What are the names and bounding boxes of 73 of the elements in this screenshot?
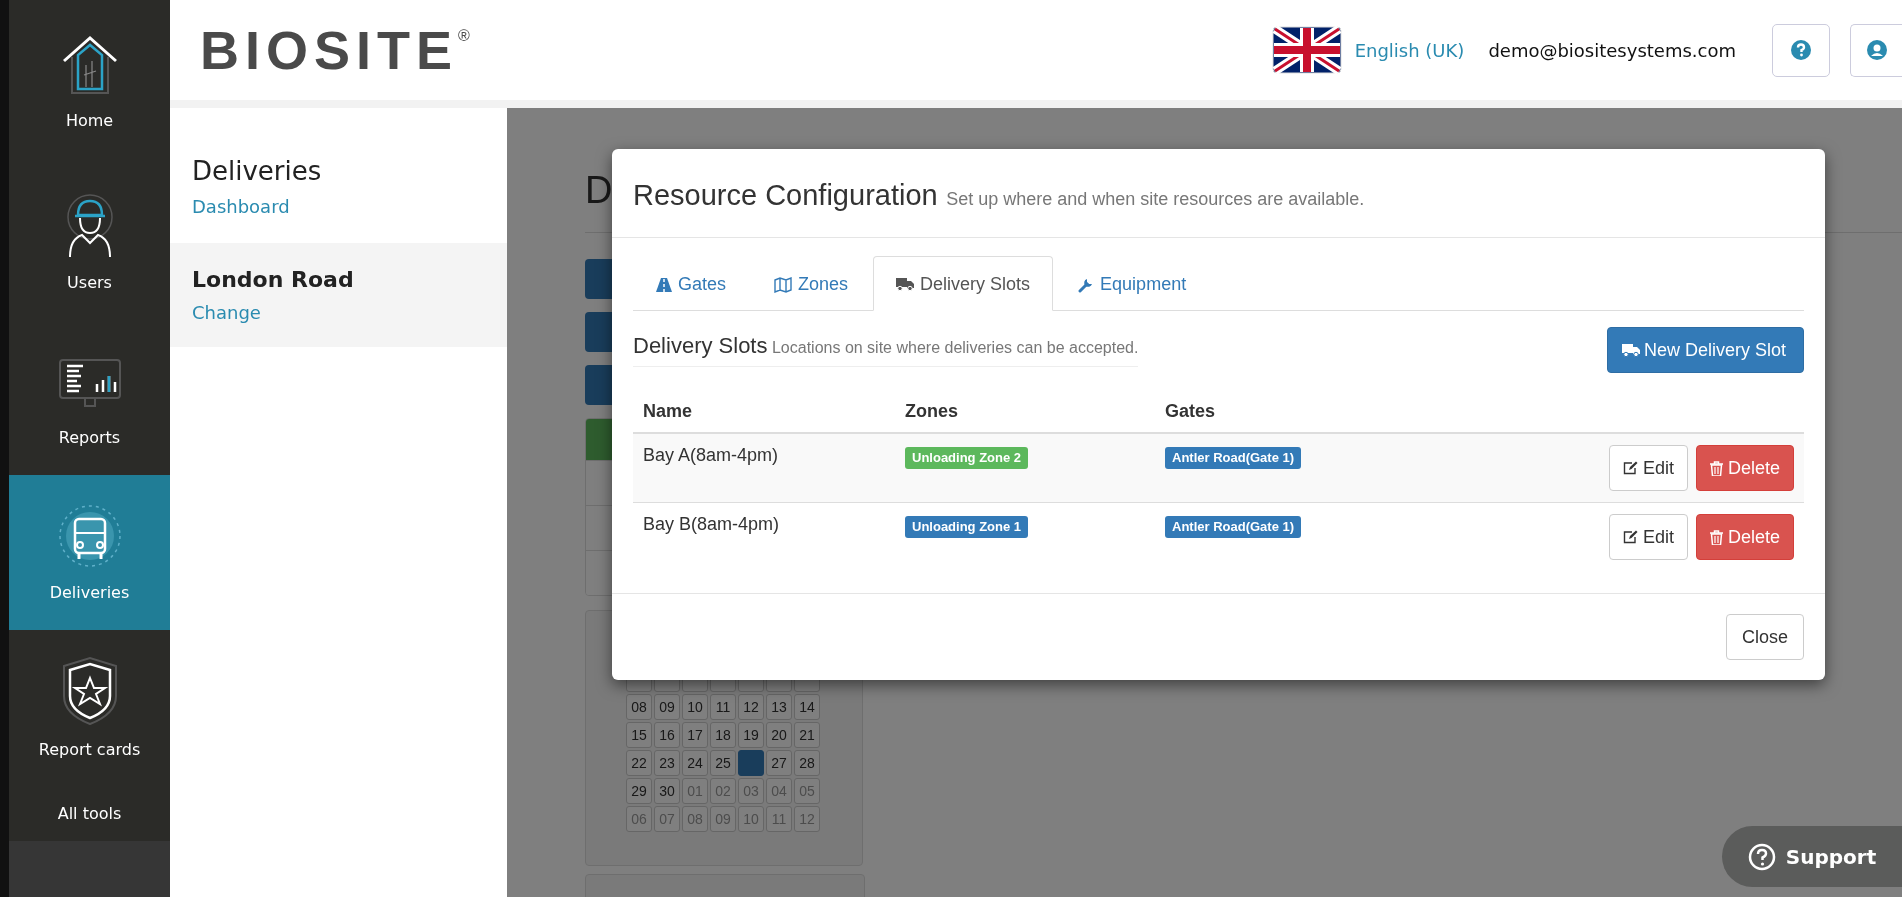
section-description: Locations on site where deliveries can be accepted. [771, 339, 1139, 356]
page-heading: D [585, 168, 613, 213]
calendar-day[interactable]: 12 [738, 694, 764, 720]
calendar-day[interactable]: 13 [766, 694, 792, 720]
nav-item[interactable]: Report cards [9, 630, 170, 785]
delete-button[interactable]: Delete [1695, 445, 1794, 491]
nav-item[interactable]: All tools [9, 785, 170, 841]
site-name: London Road [192, 267, 355, 292]
zone-label: Unloading Zone 1 [905, 516, 1029, 538]
tab[interactable]: Equipment [1055, 256, 1210, 311]
section-heading: Delivery Slots [633, 333, 768, 358]
truck-icon [896, 278, 915, 291]
truck-icon [1621, 343, 1640, 357]
help-icon [1747, 842, 1776, 871]
truck-icon [56, 503, 123, 569]
section-title: Deliveries [192, 156, 323, 186]
calendar-day[interactable]: 23 [654, 750, 680, 776]
trash-icon [1709, 529, 1723, 545]
tab[interactable]: Delivery Slots [873, 256, 1054, 311]
language-link[interactable]: English (UK) [1354, 39, 1465, 61]
nav-item[interactable]: Home [9, 0, 170, 165]
user-email: demo@biositesystems.com [1488, 39, 1736, 61]
slot-name: Bay A(8am-4pm) [643, 445, 779, 465]
union-flag-icon[interactable] [1271, 26, 1342, 74]
tab[interactable]: Zones [751, 256, 872, 311]
slot-name: Bay B(8am-4pm) [643, 514, 780, 534]
calendar-day[interactable]: 10 [682, 694, 708, 720]
calendar-day[interactable]: 21 [794, 722, 820, 748]
calendar-day[interactable]: 28 [794, 750, 820, 776]
nav-item[interactable]: Reports [9, 320, 170, 475]
map-icon [774, 276, 793, 293]
calendar-day[interactable]: 16 [654, 722, 680, 748]
logo: BIOSITE$^{®}$ [200, 19, 470, 81]
edit-icon [1622, 530, 1638, 544]
new-delivery-slot-button[interactable]: New Delivery Slot [1606, 327, 1804, 373]
edit-button[interactable]: Edit [1608, 514, 1688, 560]
calendar-day[interactable]: 09 [654, 694, 680, 720]
zone-label: Unloading Zone 2 [905, 447, 1029, 469]
calendar-day[interactable]: 11 [710, 694, 736, 720]
wrench-icon [1078, 276, 1095, 293]
calendar-day[interactable]: 14 [794, 694, 820, 720]
gate-label: Antler Road(Gate 1) [1165, 516, 1302, 538]
edit-icon [1622, 461, 1638, 475]
calendar-day[interactable]: 24 [682, 750, 708, 776]
help-button[interactable] [1772, 23, 1830, 77]
calendar-day[interactable]: 30 [654, 778, 680, 804]
calendar-day[interactable]: 20 [766, 722, 792, 748]
calendar-day[interactable]: 17 [682, 722, 708, 748]
calendar-day[interactable]: 15 [626, 722, 652, 748]
user-icon [1866, 40, 1887, 60]
help-icon [1791, 40, 1811, 60]
trash-icon [1709, 460, 1723, 476]
edit-button[interactable]: Edit [1608, 445, 1688, 491]
calendar-day[interactable]: 18 [710, 722, 736, 748]
nav-item[interactable]: Users [9, 165, 170, 320]
nav-item[interactable]: Deliveries [9, 475, 170, 630]
dashboard-link[interactable]: Dashboard [192, 196, 290, 217]
tab[interactable]: Gates [633, 256, 750, 311]
account-button[interactable] [1850, 23, 1902, 77]
support-button[interactable]: Support [1722, 826, 1902, 887]
modal-title: Resource Configuration [633, 179, 938, 211]
change-link[interactable]: Change [192, 302, 261, 323]
calendar-day[interactable]: 22 [626, 750, 652, 776]
road-icon [656, 277, 672, 292]
calendar-day[interactable]: 27 [766, 750, 792, 776]
close-button[interactable]: Close [1725, 614, 1804, 660]
calendar-day[interactable]: 08 [626, 694, 652, 720]
gate-label: Antler Road(Gate 1) [1165, 447, 1302, 469]
delete-button[interactable]: Delete [1695, 514, 1794, 560]
calendar-day[interactable]: 29 [626, 778, 652, 804]
calendar-day[interactable]: 25 [710, 750, 736, 776]
modal-subtitle: Set up where and when site resources are available. [946, 189, 1365, 209]
calendar-day[interactable]: 19 [738, 722, 764, 748]
